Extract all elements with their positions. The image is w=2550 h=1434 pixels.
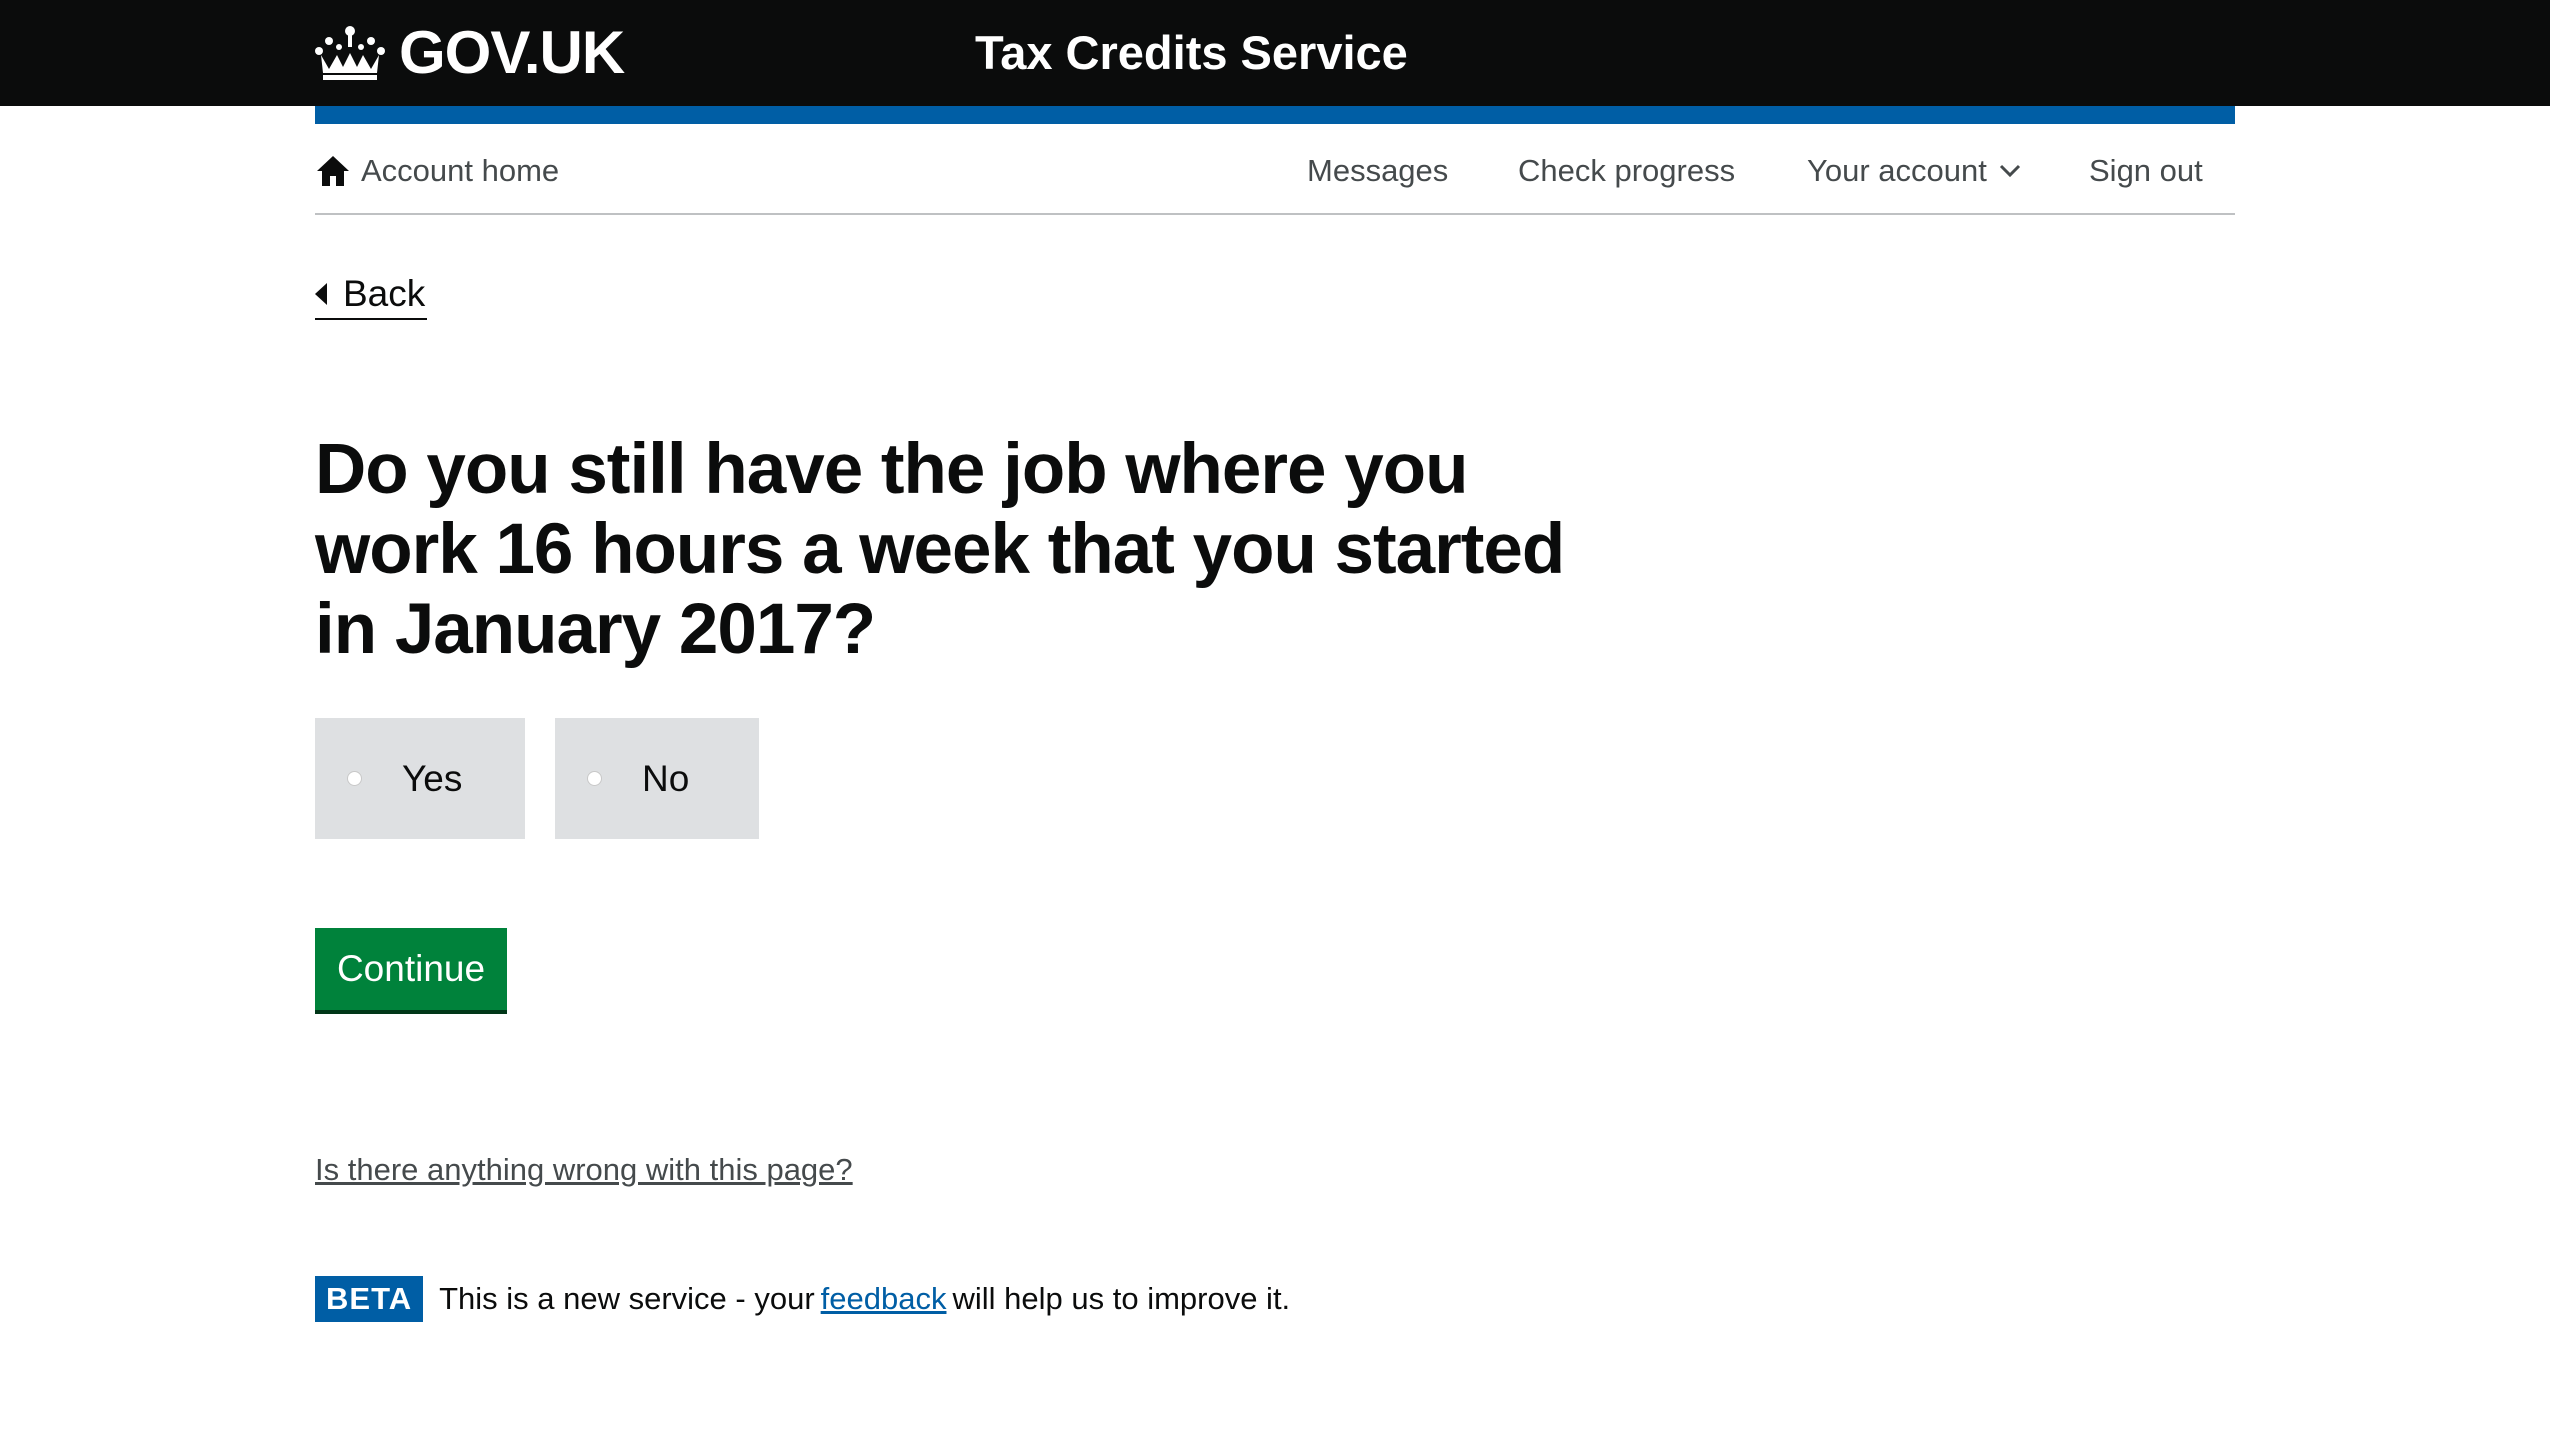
sign-out-link[interactable]: Sign out xyxy=(2089,148,2203,194)
beta-tag: BETA xyxy=(315,1276,424,1322)
back-label: Back xyxy=(343,273,426,314)
your-account-label: Your account xyxy=(1807,153,1987,188)
radio-no-label: No xyxy=(642,757,690,799)
messages-link[interactable]: Messages xyxy=(1307,148,1448,194)
account-home-link[interactable]: Account home xyxy=(315,148,559,194)
radio-button-no[interactable] xyxy=(587,771,602,786)
report-problem-link[interactable]: Is there anything wrong with this page? xyxy=(315,1152,853,1188)
radio-button-yes[interactable] xyxy=(347,771,362,786)
site-header: GOV.UK Tax Credits Service xyxy=(0,0,2550,106)
govuk-logo-link[interactable]: GOV.UK xyxy=(315,19,625,86)
back-arrow-icon xyxy=(315,283,327,305)
beta-text-after: will help us to improve it. xyxy=(952,1281,1291,1316)
question-heading: Do you still have the job where you work… xyxy=(315,430,1565,669)
check-progress-link[interactable]: Check progress xyxy=(1518,148,1735,194)
continue-button[interactable]: Continue xyxy=(315,928,507,1010)
your-account-menu[interactable]: Your account xyxy=(1807,148,2021,194)
feedback-link[interactable]: feedback xyxy=(821,1281,947,1317)
radio-yes[interactable]: Yes xyxy=(315,718,525,839)
chevron-down-icon xyxy=(1999,164,2020,178)
header-accent-bar xyxy=(315,106,2235,124)
home-icon xyxy=(317,156,349,186)
account-nav: Account home Messages Check progress You… xyxy=(315,124,2235,215)
beta-banner: BETA This is a new service - your feedba… xyxy=(315,1276,1290,1322)
back-link[interactable]: Back xyxy=(315,270,428,320)
service-name[interactable]: Tax Credits Service xyxy=(975,26,1408,80)
account-home-label: Account home xyxy=(361,153,560,188)
govuk-logo-text: GOV.UK xyxy=(399,19,625,86)
beta-text-before: This is a new service - your xyxy=(439,1281,815,1316)
crown-icon xyxy=(315,26,385,80)
radio-no[interactable]: No xyxy=(555,718,759,839)
radio-yes-label: Yes xyxy=(402,757,463,799)
